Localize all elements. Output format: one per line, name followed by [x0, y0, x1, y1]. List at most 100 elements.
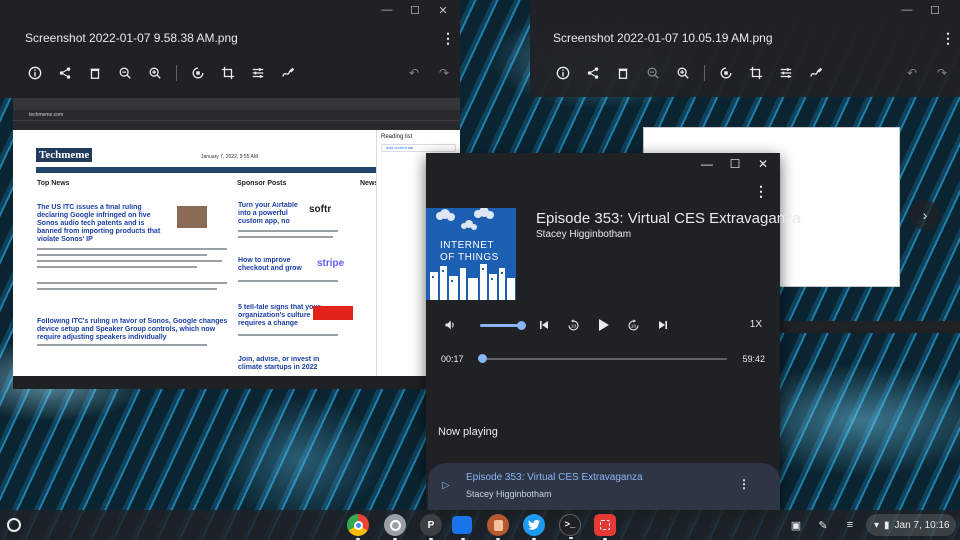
adjust-icon[interactable] — [243, 64, 273, 82]
image-title: Screenshot 2022-01-07 10.05.19 AM.png — [553, 31, 773, 45]
close-button[interactable]: ✕ — [436, 4, 450, 17]
share-icon[interactable] — [578, 64, 608, 82]
holding-space-icon[interactable]: ▣ — [788, 517, 804, 533]
sponsor-climate: Join, advise, or invest in climate start… — [238, 356, 320, 371]
episode-author: Stacey Higginbotham — [536, 229, 632, 240]
playback-speed-button[interactable]: 1X — [750, 319, 762, 330]
battery-icon: ▮ — [884, 519, 890, 531]
rewind-10-icon[interactable]: 10 — [565, 313, 581, 337]
zoom-out-icon[interactable] — [110, 64, 140, 82]
podcast-player-window: — ☐ ✕ ⋮ INTERNET OF THINGS Episode 353: … — [426, 153, 801, 510]
current-time: 00:17 — [441, 354, 464, 364]
maximize-button[interactable]: ☐ — [408, 4, 422, 17]
seek-handle[interactable] — [478, 354, 488, 363]
svg-text:10: 10 — [570, 323, 576, 329]
annotate-icon[interactable] — [801, 64, 831, 82]
sponsor-posts-header: Sponsor Posts — [237, 180, 287, 187]
top-news-header: Top News — [37, 180, 70, 187]
zoom-in-icon[interactable] — [140, 64, 170, 82]
launcher-icon[interactable] — [7, 518, 21, 532]
stripe-logo: stripe — [317, 258, 345, 269]
playback-controls: 10 10 1X — [426, 313, 780, 337]
softr-logo: softr — [309, 204, 332, 215]
seek-track[interactable] — [481, 358, 727, 360]
status-area[interactable]: ▾ ▮ Jan 7, 10:16 — [866, 514, 956, 536]
terminal-app-icon[interactable]: >_ — [559, 514, 581, 539]
volume-icon[interactable] — [442, 313, 458, 337]
delete-icon[interactable] — [608, 64, 638, 82]
episode-title: Episode 353: Virtual CES Extravaganza — [536, 210, 801, 227]
redo-icon[interactable]: ↷ — [927, 64, 957, 82]
maximize-button[interactable]: ☐ — [928, 4, 942, 17]
info-icon[interactable] — [548, 64, 578, 82]
duration: 59:42 — [742, 354, 765, 364]
seek-bar: 00:17 59:42 — [426, 353, 780, 367]
window-controls: — ☐ ✕ — [700, 157, 770, 171]
folder-app-icon[interactable] — [452, 516, 472, 540]
item-menu-icon[interactable]: ⋮ — [738, 477, 750, 491]
maximize-button[interactable]: ☐ — [728, 157, 742, 171]
crop-icon[interactable] — [741, 64, 771, 82]
more-options-icon[interactable]: ⋮ — [441, 30, 455, 47]
shelf: P >_ ▣ ✎ ≡ ▾ ▮ Jan 7, 10:16 — [0, 510, 960, 540]
forward-10-icon[interactable]: 10 — [625, 313, 641, 337]
sponsor-airtable: Turn your Airtable into a powerful custo… — [238, 202, 298, 225]
delete-icon[interactable] — [80, 64, 110, 82]
minimize-button[interactable]: — — [700, 157, 714, 171]
reading-list-add-button: Add current tab — [381, 144, 456, 152]
next-track-icon[interactable] — [655, 313, 671, 337]
media-controls-icon[interactable]: ≡ — [842, 517, 858, 533]
zoho-logo — [313, 306, 353, 320]
window-controls: — ☐ ✕ — [380, 4, 450, 17]
close-button[interactable]: ✕ — [956, 4, 960, 17]
play-icon[interactable]: ▷ — [442, 480, 450, 491]
site-nav — [36, 167, 376, 173]
clock: Jan 7, 10:16 — [894, 519, 950, 531]
screenshot-app-icon[interactable] — [594, 514, 616, 540]
play-icon[interactable] — [595, 313, 611, 337]
screenshot-image-left: techmeme.com Techmeme January 7, 2022, 9… — [13, 98, 460, 389]
p-app-icon[interactable]: P — [420, 514, 442, 540]
reading-list-title: Reading list — [381, 134, 413, 140]
volume-slider[interactable] — [480, 324, 522, 327]
files-app-icon[interactable] — [384, 514, 406, 540]
crop-icon[interactable] — [213, 64, 243, 82]
redo-icon[interactable]: ↷ — [429, 64, 459, 82]
bookmarks-bar — [13, 120, 460, 130]
adjust-icon[interactable] — [771, 64, 801, 82]
techmeme-logo: Techmeme — [36, 148, 93, 162]
more-options-icon[interactable]: ⋮ — [754, 183, 768, 200]
browser-url-bar: techmeme.com — [13, 110, 460, 120]
browser-tab-bar — [13, 98, 460, 110]
stylus-icon[interactable]: ✎ — [815, 517, 831, 533]
more-options-icon[interactable]: ⋮ — [941, 30, 955, 47]
chrome-app-icon[interactable] — [347, 514, 369, 540]
window-controls: — ☐ ✕ — [900, 4, 960, 17]
rotate-icon[interactable] — [711, 64, 741, 82]
screenshot-shelf — [13, 376, 460, 389]
now-playing-item[interactable]: ▷ Episode 353: Virtual CES Extravaganza … — [428, 463, 780, 510]
rotate-icon[interactable] — [183, 64, 213, 82]
gallery-window-right: Screenshot 2022-01-07 10.05.19 AM.png — … — [530, 0, 960, 97]
previous-track-icon[interactable] — [536, 313, 552, 337]
image-title: Screenshot 2022-01-07 9.58.38 AM.png — [25, 31, 238, 45]
svg-text:10: 10 — [630, 323, 636, 329]
share-icon[interactable] — [50, 64, 80, 82]
info-icon[interactable] — [20, 64, 50, 82]
minimize-button[interactable]: — — [380, 4, 394, 17]
annotate-icon[interactable] — [273, 64, 303, 82]
twitter-app-icon[interactable] — [523, 514, 545, 540]
zoom-in-icon[interactable] — [668, 64, 698, 82]
close-button[interactable]: ✕ — [756, 157, 770, 171]
headline-google-changes: Following ITC's ruling in favor of Sonos… — [37, 318, 228, 341]
minimize-button[interactable]: — — [900, 4, 914, 17]
podcast-artwork: INTERNET OF THINGS — [426, 208, 516, 300]
zoom-out-icon[interactable] — [638, 64, 668, 82]
next-image-button[interactable]: › — [910, 200, 940, 230]
undo-icon[interactable]: ↶ — [399, 64, 429, 82]
ublock-app-icon[interactable] — [487, 514, 509, 540]
wifi-icon: ▾ — [874, 519, 880, 531]
undo-icon[interactable]: ↶ — [897, 64, 927, 82]
now-playing-label: Now playing — [438, 426, 498, 438]
volume-slider-handle[interactable] — [517, 321, 526, 330]
